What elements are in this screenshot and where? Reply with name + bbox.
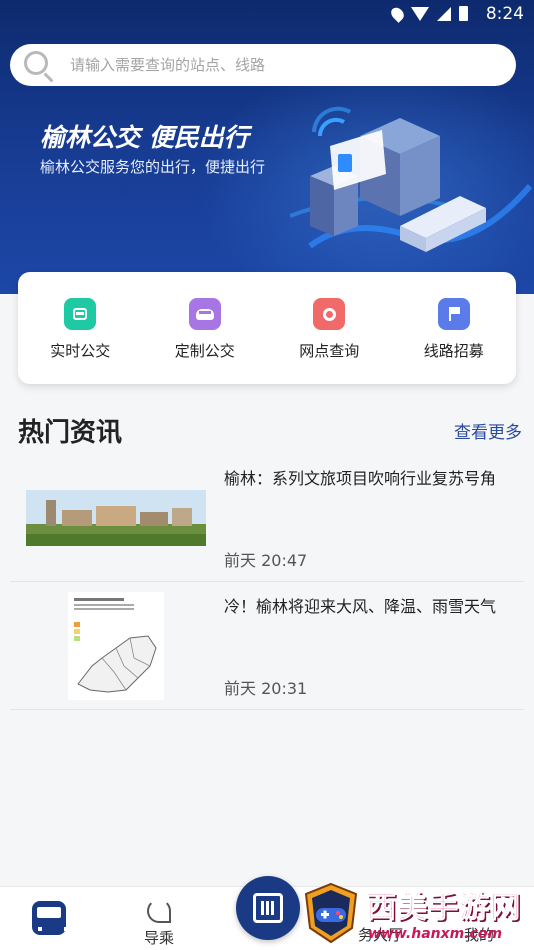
- news-thumbnail: [68, 592, 164, 700]
- news-item[interactable]: 榆林：系列文旅项目吹响行业复苏号角 前天 20:47: [10, 454, 524, 582]
- status-bar: 8:24: [0, 0, 534, 28]
- func-outlet-search[interactable]: 网点查询: [267, 272, 392, 384]
- news-time: 前天 20:31: [224, 679, 308, 698]
- func-label: 线路招募: [423, 342, 484, 360]
- flag-icon: [437, 298, 470, 330]
- search-bar[interactable]: [10, 44, 516, 86]
- func-route-recruit[interactable]: 线路招募: [392, 272, 517, 384]
- watermark-title: 西美手游网: [366, 890, 521, 926]
- qr-code-icon: [253, 893, 283, 923]
- banner: 8:24 榆林公交 便民出行 榆林公交服务您的出行，便捷出行: [0, 0, 534, 294]
- function-card: 实时公交 定制公交 网点查询 线路招募: [18, 272, 516, 384]
- func-label: 实时公交: [50, 342, 111, 360]
- status-time: 8:24: [485, 4, 524, 24]
- banner-subtitle: 榆林公交服务您的出行，便捷出行: [40, 158, 266, 176]
- location-pin-icon: [313, 298, 346, 330]
- nav-label: 导乘: [143, 929, 174, 947]
- news-title: 冷！榆林将迎来大风、降温、雨雪天气: [224, 597, 497, 616]
- func-label: 网点查询: [299, 342, 360, 360]
- news-thumbnail: [26, 490, 206, 546]
- nav-item-guide[interactable]: 导乘: [114, 887, 204, 950]
- location-icon: [388, 4, 407, 23]
- bus-icon: [64, 298, 97, 330]
- news-item[interactable]: 冷！榆林将迎来大风、降温、雨雪天气 前天 20:31: [10, 582, 524, 710]
- bus-icon: [32, 901, 68, 935]
- search-icon: [24, 51, 48, 75]
- func-realtime-bus[interactable]: 实时公交: [18, 272, 143, 384]
- news-time: 前天 20:47: [224, 551, 308, 570]
- banner-title: 榆林公交 便民出行: [40, 123, 249, 152]
- news-section-title: 热门资讯: [18, 418, 123, 448]
- search-input[interactable]: [70, 44, 490, 86]
- gamepad-logo: [304, 882, 358, 944]
- watermark: 西美手游网 www.hanxm.com: [300, 880, 534, 950]
- route-icon: [147, 899, 171, 923]
- status-icons: [388, 4, 468, 23]
- wifi-icon: [411, 6, 429, 21]
- func-label: 定制公交: [174, 342, 235, 360]
- nav-item-realtime[interactable]: [4, 887, 94, 950]
- van-icon: [188, 298, 221, 330]
- more-news-link[interactable]: 查看更多: [454, 418, 522, 443]
- watermark-url: www.hanxm.com: [368, 926, 503, 942]
- news-list: 榆林：系列文旅项目吹响行业复苏号角 前天 20:47 冷！榆林将迎来大风、降温、…: [10, 454, 524, 710]
- qr-code-button[interactable]: [236, 876, 300, 940]
- func-custom-bus[interactable]: 定制公交: [143, 272, 268, 384]
- signal-icon: [437, 6, 451, 21]
- smart-city-illustration: [290, 106, 533, 252]
- battery-icon: [459, 6, 468, 21]
- news-title: 榆林：系列文旅项目吹响行业复苏号角: [224, 469, 497, 488]
